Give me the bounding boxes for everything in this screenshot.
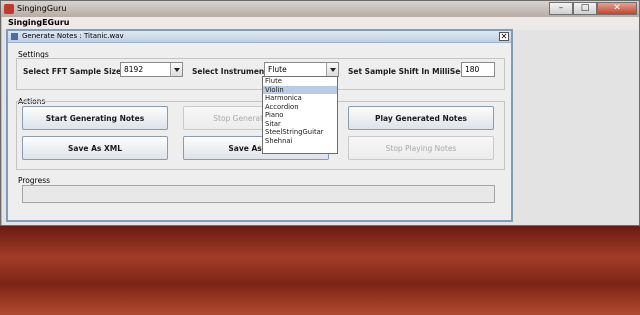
- instrument-combo[interactable]: Flute: [264, 62, 339, 77]
- instrument-label: Select Instrument :: [192, 67, 274, 76]
- dropdown-option[interactable]: Piano: [263, 111, 337, 120]
- sample-shift-input[interactable]: [462, 63, 494, 76]
- dropdown-option[interactable]: Accordion: [263, 103, 337, 112]
- dropdown-option[interactable]: SteelStringGuitar: [263, 128, 337, 137]
- dropdown-option[interactable]: Sitar: [263, 120, 337, 129]
- main-titlebar[interactable]: SingingGuru – □ ✕: [1, 1, 639, 17]
- close-button[interactable]: ✕: [597, 2, 637, 15]
- dropdown-option[interactable]: Flute: [263, 77, 337, 86]
- progress-section-label: Progress: [18, 176, 51, 185]
- dialog-icon: [11, 33, 18, 40]
- stop-playing-button[interactable]: Stop Playing Notes: [348, 136, 494, 160]
- sample-shift-field[interactable]: [461, 62, 495, 77]
- dialog-titlebar[interactable]: Generate Notes : Titanic.wav ✕: [8, 31, 511, 43]
- chevron-down-icon[interactable]: [170, 63, 182, 76]
- dropdown-option[interactable]: Harmonica: [263, 94, 337, 103]
- menu-item-app[interactable]: SingingEGuru: [8, 18, 69, 27]
- dropdown-option-highlighted[interactable]: Violin: [263, 85, 337, 94]
- desktop-lower-area: [0, 226, 640, 315]
- dialog-title: Generate Notes : Titanic.wav: [22, 32, 124, 40]
- chevron-down-icon[interactable]: [326, 63, 338, 76]
- play-notes-button[interactable]: Play Generated Notes: [348, 106, 494, 130]
- fft-size-label: Select FFT Sample Size :: [23, 67, 127, 76]
- minimize-button[interactable]: –: [549, 2, 573, 15]
- save-xml-button[interactable]: Save As XML: [22, 136, 168, 160]
- start-generating-button[interactable]: Start Generating Notes: [22, 106, 168, 130]
- fft-size-value: 8192: [124, 65, 144, 74]
- generate-notes-dialog: Generate Notes : Titanic.wav ✕ Settings …: [6, 29, 513, 222]
- dropdown-option[interactable]: Shehnai: [263, 137, 337, 146]
- sample-shift-label: Set Sample Shift In MilliSecs :: [348, 67, 475, 76]
- instrument-value: Flute: [268, 65, 287, 74]
- instrument-dropdown-list[interactable]: Flute Violin Harmonica Accordion Piano S…: [262, 76, 338, 154]
- app-icon: [4, 4, 14, 14]
- progress-bar: [22, 185, 495, 203]
- window-controls: – □ ✕: [549, 2, 637, 15]
- fft-size-combo[interactable]: 8192: [120, 62, 183, 77]
- dialog-close-button[interactable]: ✕: [499, 32, 509, 41]
- maximize-button[interactable]: □: [573, 2, 597, 15]
- main-window-title: SingingGuru: [17, 4, 67, 13]
